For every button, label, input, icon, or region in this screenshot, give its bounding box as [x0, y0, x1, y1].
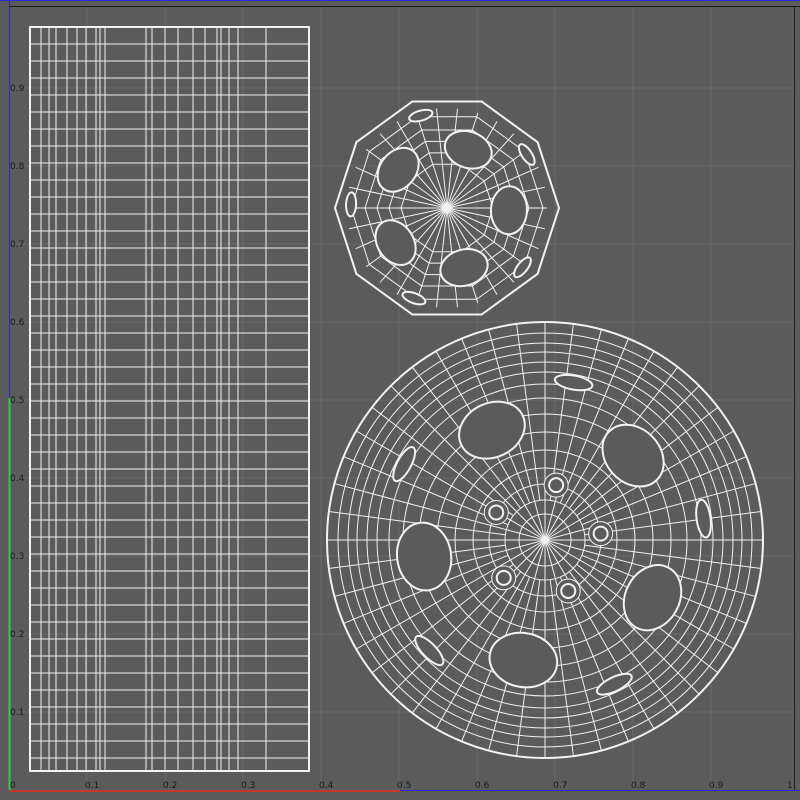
- u-tick-label: 0.3: [241, 781, 255, 791]
- u-tick-label: 0.8: [631, 781, 646, 791]
- v-tick-label: 0.6: [10, 318, 25, 328]
- v-tick-label: 0.3: [10, 552, 24, 562]
- v-tick-label: 0.4: [10, 474, 25, 484]
- v-tick-label: 0.8: [10, 162, 25, 172]
- u-tick-label: 0.5: [397, 781, 411, 791]
- v-tick-label: 0.9: [10, 84, 25, 94]
- u-tick-label: 0.9: [709, 781, 724, 791]
- rim-back-slot: [345, 191, 358, 218]
- uv-canvas[interactable]: 0 0.1 0.2 0.3 0.4 0.5 0.6 0.7 0.8 0.9 1 0.1 0.2 0.3 0…: [0, 0, 800, 800]
- rim-face-lug-hole: [495, 569, 512, 586]
- uv-island-rim-face[interactable]: [326, 321, 764, 759]
- u-tick-label: 0.2: [163, 781, 177, 791]
- v-tick-label: 0.5: [10, 396, 24, 406]
- v-tick-label: 0.7: [10, 240, 24, 250]
- rim-face-lug-hole: [488, 504, 505, 521]
- u-tick-label: 1: [787, 781, 793, 791]
- rim-face-lug-hole: [548, 477, 565, 494]
- uv-editor-viewport[interactable]: 0 0.1 0.2 0.3 0.4 0.5 0.6 0.7 0.8 0.9 1 0.1 0.2 0.3 0…: [0, 0, 800, 800]
- u-tick-label: 0.1: [85, 781, 99, 791]
- u-tick-label: 0.6: [475, 781, 490, 791]
- v-tick-label: 0.1: [10, 708, 24, 718]
- rim-back-window: [489, 185, 528, 236]
- rim-face-lug-hole: [560, 582, 577, 599]
- u-tick-label: 0: [10, 781, 16, 791]
- rim-face-lug-hole: [592, 525, 609, 542]
- u-tick-label: 0.7: [553, 781, 567, 791]
- v-tick-label: 0.2: [10, 630, 24, 640]
- u-tick-label: 0.4: [319, 781, 334, 791]
